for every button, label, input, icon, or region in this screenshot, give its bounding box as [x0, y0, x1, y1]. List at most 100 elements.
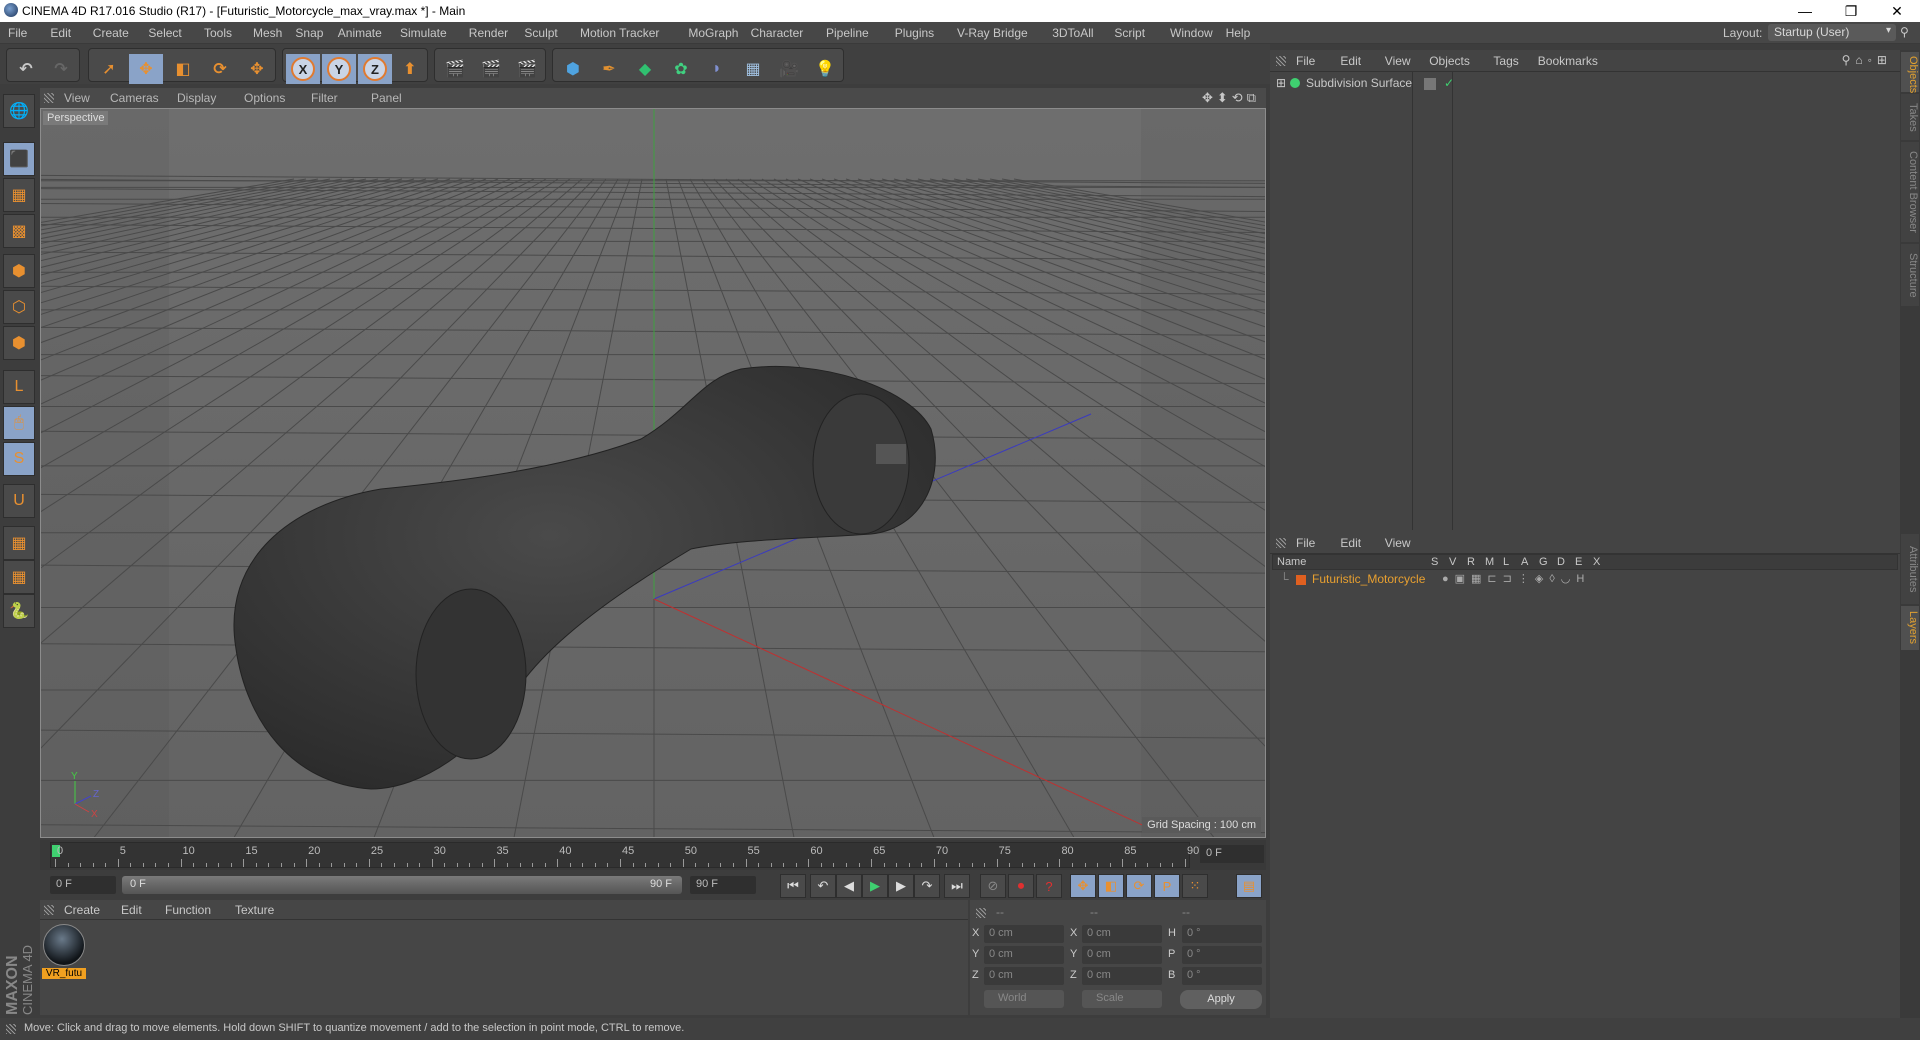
points-mode-button[interactable]: ⬢	[3, 254, 35, 288]
polygons-mode-button[interactable]: ⬢	[3, 326, 35, 360]
layer-name[interactable]: Futuristic_Motorcycle	[1312, 572, 1425, 586]
menu-tools[interactable]: Tools	[204, 26, 232, 40]
key-position-button[interactable]: ✥	[1070, 874, 1096, 898]
cloner-button[interactable]: ✿	[664, 54, 698, 84]
grip-icon[interactable]	[1276, 56, 1286, 66]
viewport-menu-cameras[interactable]: Cameras	[110, 91, 159, 105]
layer-column-r[interactable]: R	[1467, 556, 1475, 568]
coord-field-b-v3[interactable]: 0 °	[1182, 967, 1262, 985]
material-swatch[interactable]: VR_futu	[42, 924, 86, 984]
layer-menu-view[interactable]: View	[1385, 536, 1411, 550]
edges-mode-button[interactable]: ⬡	[3, 290, 35, 324]
object-name[interactable]: Subdivision Surface	[1306, 76, 1412, 90]
layer-column-name[interactable]: Name	[1277, 556, 1306, 568]
orbit-icon[interactable]: ⟲	[1232, 90, 1247, 105]
material-menu-function[interactable]: Function	[165, 903, 211, 917]
menu-3dtoall[interactable]: 3DToAll	[1052, 26, 1093, 40]
search-icon[interactable]: ⚲	[1900, 25, 1909, 39]
frame-range-slider[interactable]: 0 F 90 F	[122, 876, 682, 894]
autokeying-button[interactable]: ?	[1036, 874, 1062, 898]
expand-icon[interactable]: ⊞	[1276, 76, 1286, 90]
viewport-menu-panel[interactable]: Panel	[371, 91, 402, 105]
coord-field-y-v1[interactable]: 0 cm	[984, 946, 1064, 964]
menu-mograph[interactable]: MoGraph	[688, 26, 738, 40]
rotate-tool-button[interactable]: ⟳	[203, 54, 237, 84]
play-button[interactable]: ▶	[862, 874, 888, 898]
menu-file[interactable]: File	[8, 26, 27, 40]
key-point-level-button[interactable]: ⁙	[1182, 874, 1208, 898]
grip-icon[interactable]	[976, 908, 986, 918]
coord-field-x-v1[interactable]: 0 cm	[984, 925, 1064, 943]
side-tab-attributes[interactable]: Attributes	[1901, 534, 1919, 604]
side-tab-content-browser[interactable]: Content Browser	[1901, 142, 1919, 242]
object-menu-tags[interactable]: Tags	[1493, 54, 1518, 68]
object-menu-edit[interactable]: Edit	[1340, 54, 1361, 68]
menu-plugins[interactable]: Plugins	[895, 26, 934, 40]
menu-render[interactable]: Render	[469, 26, 508, 40]
layer-color-swatch[interactable]	[1296, 575, 1306, 585]
coord-space-dropdown[interactable]: World	[984, 990, 1064, 1008]
layer-column-d[interactable]: D	[1557, 556, 1565, 568]
menu-window[interactable]: Window	[1170, 26, 1213, 40]
layer-column-l[interactable]: L	[1503, 556, 1509, 568]
grip-icon[interactable]	[44, 93, 54, 103]
axis-x-button[interactable]: X	[286, 54, 320, 84]
side-tab-structure[interactable]: Structure	[1901, 244, 1919, 306]
layer-menu-file[interactable]: File	[1296, 536, 1315, 550]
layer-row[interactable]: └ Futuristic_Motorcycle ●▣▦⊏⊐⋮◈◊◡H	[1274, 572, 1894, 588]
undo-button[interactable]: ↶	[9, 54, 43, 84]
menu-character[interactable]: Character	[751, 26, 804, 40]
layer-menu-edit[interactable]: Edit	[1340, 536, 1361, 550]
menu-select[interactable]: Select	[148, 26, 181, 40]
menu-simulate[interactable]: Simulate	[400, 26, 447, 40]
menu-create[interactable]: Create	[93, 26, 129, 40]
timeline-ruler[interactable]: 0 5 10 15 20 25 30 35 40 45 50 55 60 65 70 75 80 85 90	[50, 842, 1199, 868]
move-tool-button[interactable]: ✥	[129, 54, 163, 84]
maximize-button[interactable]: ❐	[1828, 0, 1874, 22]
redo-button[interactable]: ↷	[44, 54, 78, 84]
motion-clip-button[interactable]: ⊘	[980, 874, 1006, 898]
record-active-button[interactable]: ⏺	[1008, 874, 1034, 898]
apply-button[interactable]: Apply	[1180, 990, 1262, 1009]
layer-flags[interactable]: ●▣▦⊏⊐⋮◈◊◡H	[1442, 572, 1590, 585]
tweak-mode-button[interactable]: 🖱	[3, 406, 35, 440]
material-menu-edit[interactable]: Edit	[121, 903, 142, 917]
menu-animate[interactable]: Animate	[338, 26, 382, 40]
coord-field-p-v3[interactable]: 0 °	[1182, 946, 1262, 964]
workplane-mode-button[interactable]: ▩	[3, 214, 35, 248]
go-to-end-button[interactable]: ⏭	[944, 874, 970, 898]
go-to-next-key-button[interactable]: ↷	[914, 874, 940, 898]
menu-v-ray-bridge[interactable]: V-Ray Bridge	[957, 26, 1028, 40]
object-manager-tools[interactable]: ⚲⌂◦⊞	[1842, 53, 1892, 67]
object-menu-bookmarks[interactable]: Bookmarks	[1538, 54, 1598, 68]
recent-tool-tool-button[interactable]: ✥	[240, 54, 274, 84]
layer-column-v[interactable]: V	[1449, 556, 1456, 568]
menu-sculpt[interactable]: Sculpt	[524, 26, 557, 40]
subdivision-button[interactable]: ◆	[628, 54, 662, 84]
layer-column-e[interactable]: E	[1575, 556, 1582, 568]
object-menu-file[interactable]: File	[1296, 54, 1315, 68]
visibility-dots-icon[interactable]	[1424, 78, 1436, 90]
coord-field-z-v1[interactable]: 0 cm	[984, 967, 1064, 985]
object-row[interactable]: ⊞ Subdivision Surface ✓	[1274, 76, 1894, 94]
object-menu-objects[interactable]: Objects	[1429, 54, 1470, 68]
layout-dropdown[interactable]: Startup (User)	[1768, 24, 1896, 41]
axis-y-button[interactable]: Y	[322, 54, 356, 84]
axis-mode-button[interactable]: L	[3, 370, 35, 404]
cube-button[interactable]: ⬢	[556, 54, 590, 84]
coord-field-h-v3[interactable]: 0 °	[1182, 925, 1262, 943]
deformer-button[interactable]: ◗	[700, 54, 734, 84]
key-rotation-button[interactable]: ⟳	[1126, 874, 1152, 898]
timeline-window-button[interactable]: ▤	[1236, 874, 1262, 898]
live-selection-tool-button[interactable]: ➚	[92, 54, 126, 84]
camera-label[interactable]: Perspective	[43, 111, 109, 125]
scale-tool-button[interactable]: ◧	[166, 54, 200, 84]
axis-z-button[interactable]: Z	[358, 54, 392, 84]
grip-icon[interactable]	[1276, 538, 1286, 548]
current-frame-field[interactable]: 0 F	[1200, 845, 1264, 863]
menu-help[interactable]: Help	[1226, 26, 1251, 40]
viewport-menu-view[interactable]: View	[64, 91, 90, 105]
viewport-menu-filter[interactable]: Filter	[311, 91, 338, 105]
side-tab-layers[interactable]: Layers	[1901, 606, 1919, 650]
python-button[interactable]: 🐍	[3, 594, 35, 628]
